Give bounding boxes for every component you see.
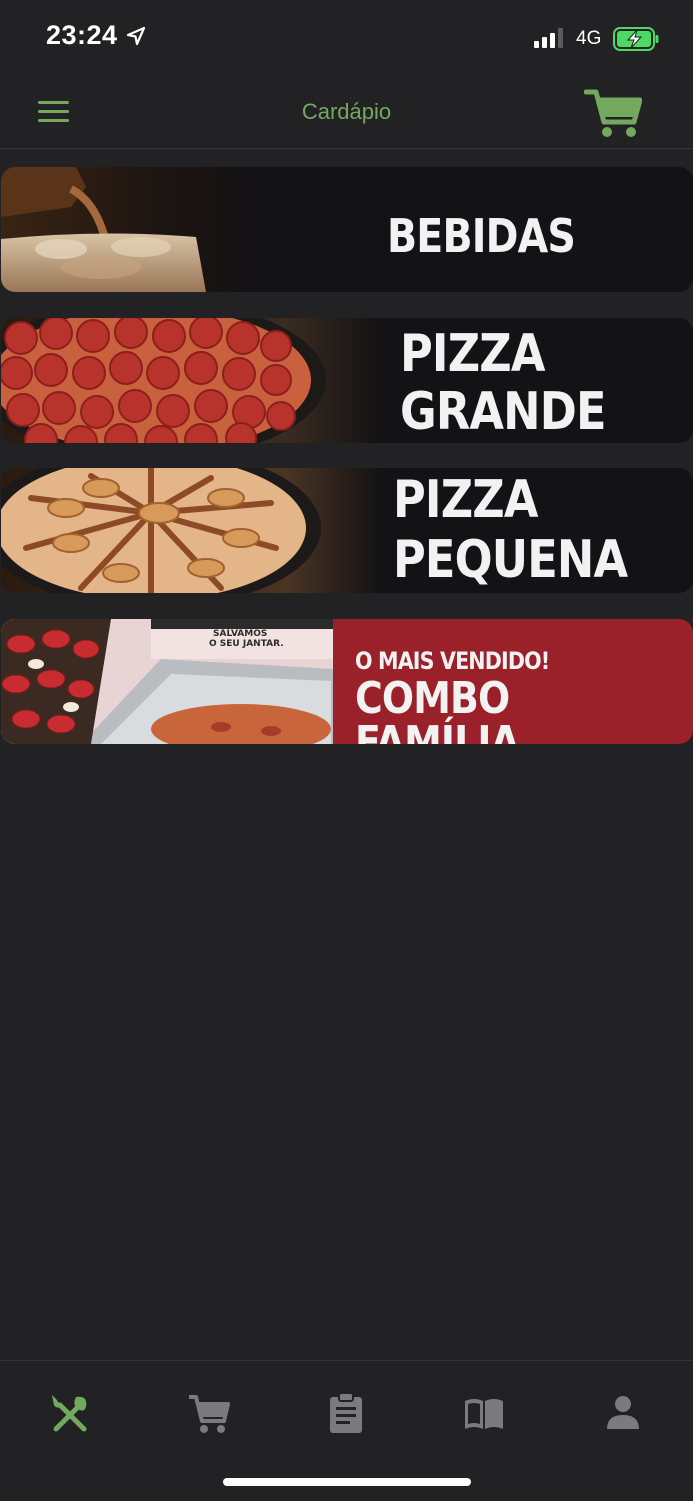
category-banner-combo-familia[interactable]: SALVAMOS O SEU JANTAR. O MAIS VENDIDO! C… xyxy=(1,619,693,744)
box-print-line1: SALVAMOS xyxy=(213,629,268,639)
category-banner-pizza-pequena[interactable]: PIZZA PEQUENA xyxy=(1,468,693,593)
category-banner-pizza-grande[interactable]: PIZZA GRANDE xyxy=(1,318,693,443)
combo-pizza-box-photo xyxy=(1,619,333,744)
category-label-pizza-pequena-line2: PEQUENA xyxy=(393,530,628,590)
pepperoni-pizza-photo xyxy=(1,318,381,443)
sweet-pizza-photo xyxy=(1,468,381,593)
menu-book-icon[interactable] xyxy=(462,1391,506,1435)
category-label-pizza-pequena-line1: PIZZA xyxy=(393,470,538,530)
app-header: Cardápio xyxy=(0,78,693,149)
orders-clipboard-icon[interactable] xyxy=(324,1391,368,1435)
category-label-pizza-grande-line1: PIZZA xyxy=(400,324,545,384)
category-banner-bebidas[interactable]: BEBIDAS xyxy=(1,167,693,292)
nav-cart-icon[interactable] xyxy=(186,1391,230,1435)
cart-icon[interactable] xyxy=(584,84,642,140)
box-print-line2: O SEU JANTAR. xyxy=(209,639,284,649)
home-indicator[interactable] xyxy=(223,1478,471,1486)
status-time: 23:24 xyxy=(46,20,118,50)
category-kicker-combo: O MAIS VENDIDO! xyxy=(355,647,550,675)
profile-icon[interactable] xyxy=(601,1391,645,1435)
signal-icon xyxy=(534,28,563,48)
battery-charging-icon xyxy=(613,27,659,51)
utensils-icon[interactable] xyxy=(48,1391,92,1435)
category-label-combo-familia: COMBO FAMÍLIA xyxy=(355,673,520,745)
location-arrow-icon xyxy=(126,26,146,46)
status-bar: 23:24 4G xyxy=(0,0,693,78)
category-label-pizza-grande-line2: GRANDE xyxy=(400,382,607,442)
network-type: 4G xyxy=(576,28,602,49)
drinks-photo xyxy=(1,167,261,292)
category-label-bebidas: BEBIDAS xyxy=(387,209,576,263)
